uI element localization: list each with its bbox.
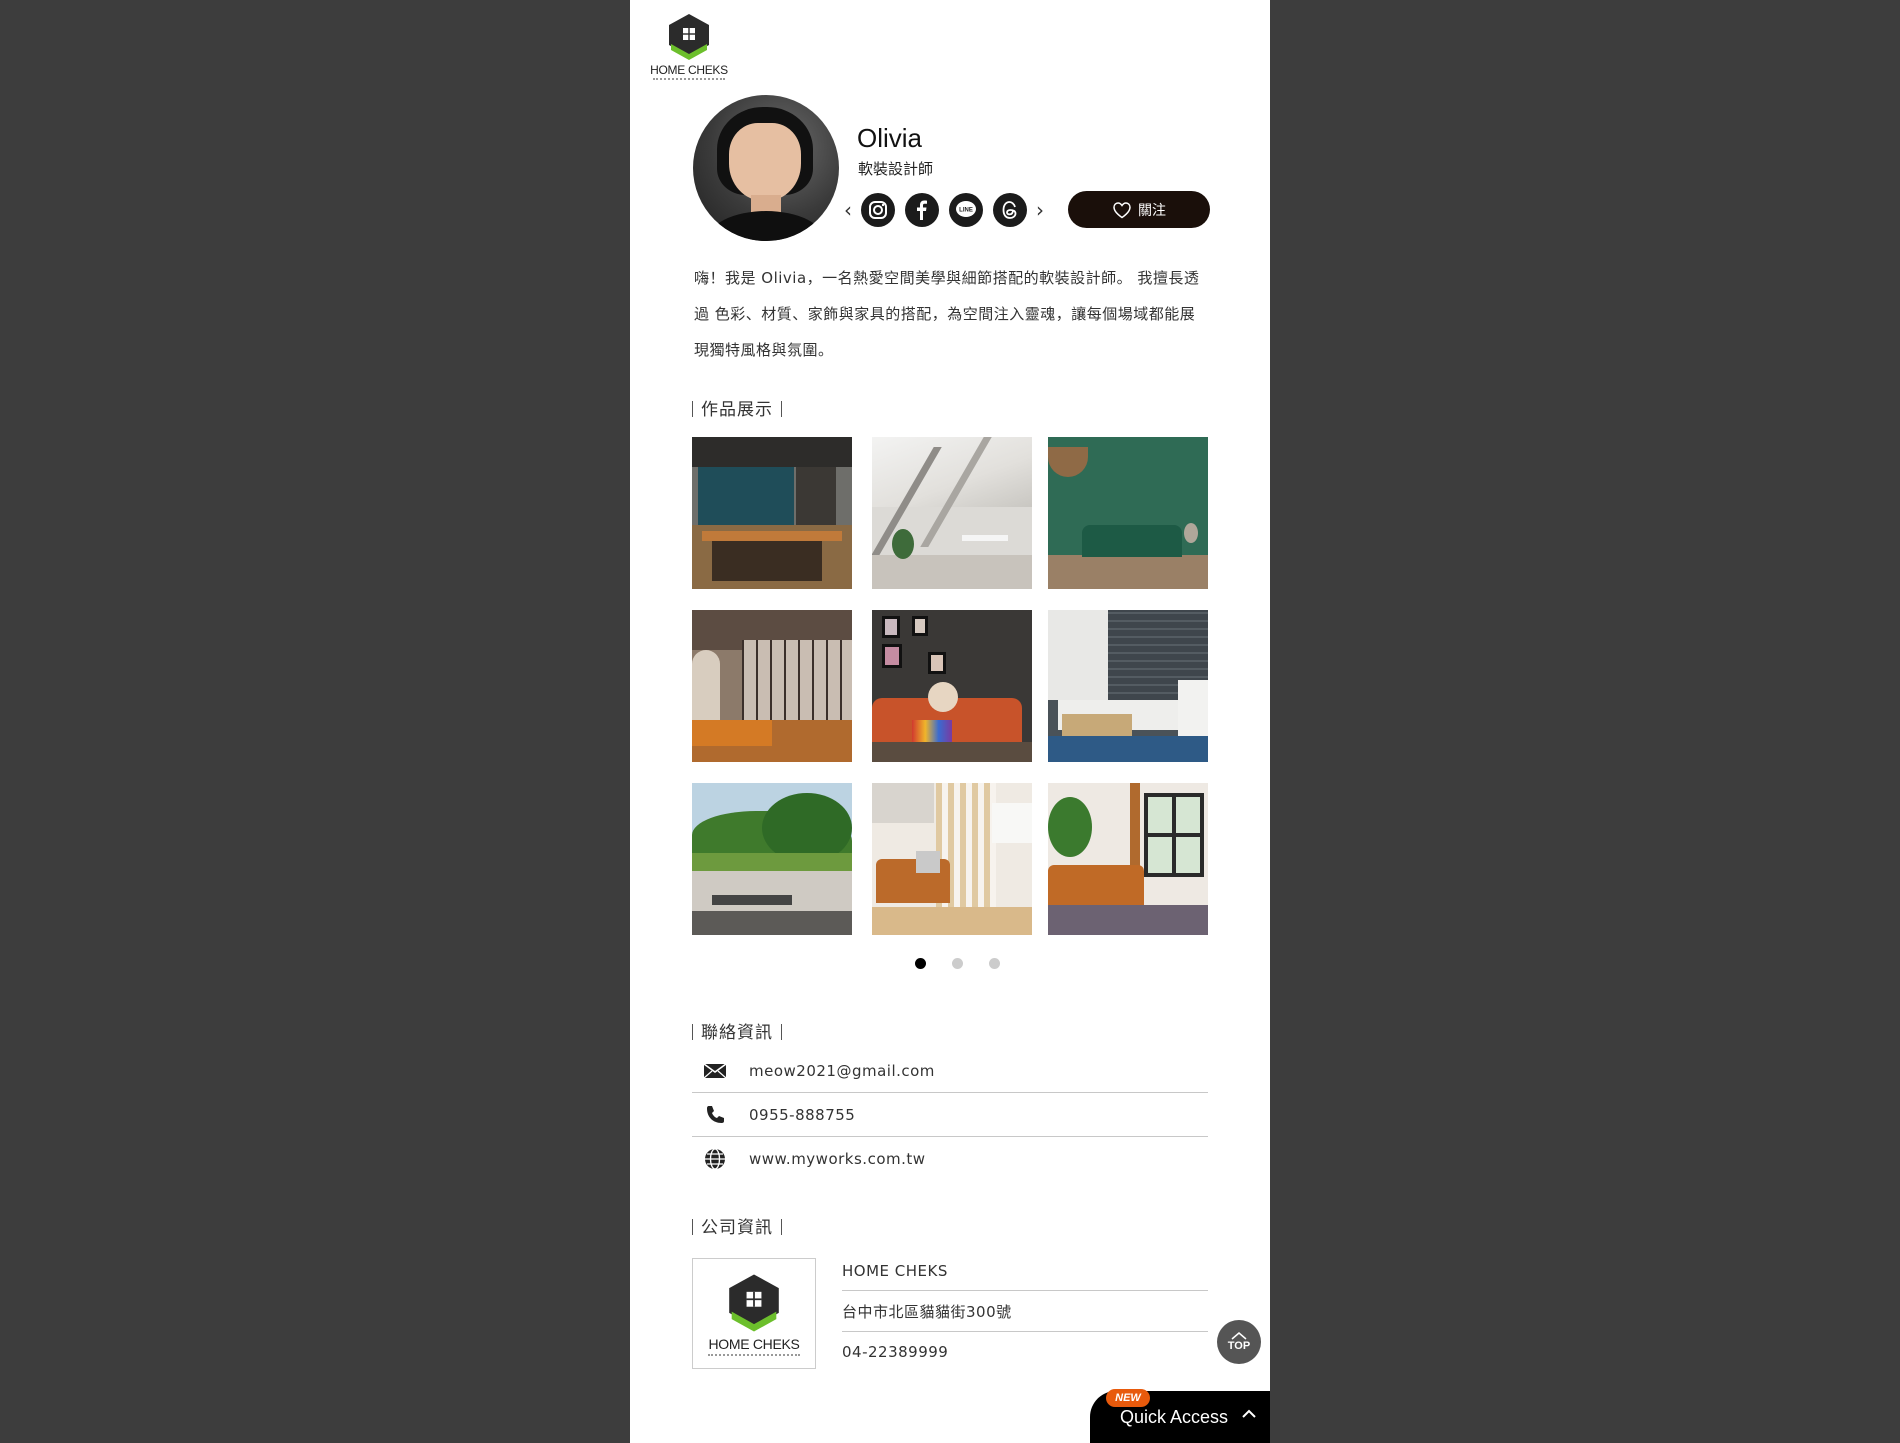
social-prev-chevron-icon[interactable]: ‹ <box>840 195 856 225</box>
gallery-page-dot-2[interactable] <box>952 958 963 969</box>
contact-website-row[interactable]: www.myworks.com.tw <box>692 1137 1208 1181</box>
work-image-leather-sofa-window[interactable] <box>1048 783 1208 935</box>
company-address: 台中市北區貓貓街300號 <box>842 1292 1208 1332</box>
company-name: HOME CHEKS <box>842 1251 1208 1291</box>
works-gallery <box>692 437 1211 935</box>
company-section-title: 公司資訊 <box>692 1213 790 1238</box>
profile-name: Olivia <box>857 123 923 153</box>
work-image-loft-living-orange[interactable] <box>692 610 852 762</box>
chevron-up-icon <box>1231 1332 1247 1340</box>
work-image-white-attic-study[interactable] <box>872 437 1032 589</box>
contact-website: www.myworks.com.tw <box>749 1150 926 1168</box>
work-image-dark-wall-orange-sofa[interactable] <box>872 610 1032 762</box>
chevron-up-icon <box>1242 1407 1256 1423</box>
work-image-white-sectional-brick[interactable] <box>1048 610 1208 762</box>
svg-text:LINE: LINE <box>959 208 973 214</box>
works-section-title: 作品展示 <box>692 395 790 420</box>
gallery-page-dot-3[interactable] <box>989 958 1000 969</box>
profile-title: 軟裝設計師 <box>858 160 934 178</box>
threads-icon[interactable] <box>993 193 1027 227</box>
logo-divider <box>653 78 725 80</box>
globe-icon <box>705 1148 725 1170</box>
social-next-chevron-icon[interactable]: › <box>1032 195 1048 225</box>
top-label: TOP <box>1227 1340 1251 1352</box>
house-logo-icon <box>729 1273 779 1332</box>
profile-intro: 嗨！我是 Olivia，一名熱愛空間美學與細節搭配的軟裝設計師。 我擅長透過 色… <box>694 269 1200 359</box>
company-logo-text: HOME CHEKS <box>708 1335 800 1352</box>
follow-label: 關注 <box>1138 202 1166 219</box>
company-logo: HOME CHEKS <box>692 1258 816 1369</box>
avatar <box>693 95 839 241</box>
home-cheks-logo[interactable]: HOME CHEKS <box>647 12 731 84</box>
work-image-green-sofa-living[interactable] <box>1048 437 1208 589</box>
contact-phone: 0955-888755 <box>749 1105 856 1124</box>
company-phone: 04-22389999 <box>842 1343 949 1361</box>
work-image-orange-sofa-slats[interactable] <box>872 783 1032 935</box>
new-badge: NEW <box>1106 1389 1150 1407</box>
gallery-pagination <box>915 958 1000 969</box>
facebook-icon[interactable] <box>905 193 939 227</box>
social-links: ‹ LINE › <box>840 192 1048 228</box>
follow-button[interactable]: 關注 <box>1068 191 1210 228</box>
work-image-industrial-kitchen[interactable] <box>692 437 852 589</box>
heart-icon <box>1113 201 1131 218</box>
instagram-icon[interactable] <box>861 193 895 227</box>
back-to-top-button[interactable]: TOP <box>1217 1320 1261 1364</box>
contact-section-title: 聯絡資訊 <box>692 1018 790 1043</box>
contact-phone-row[interactable]: 0955-888755 <box>692 1093 1208 1137</box>
work-image-outdoor-grey-sofa[interactable] <box>692 783 852 935</box>
line-icon[interactable]: LINE <box>949 193 983 227</box>
contact-email-row[interactable]: meow2021@gmail.com <box>692 1049 1208 1093</box>
profile-page: HOME CHEKS Olivia 軟裝設計師 ‹ LINE › 關注 嗨！我是… <box>630 0 1270 1443</box>
phone-icon <box>707 1105 724 1123</box>
quick-access-label: Quick Access <box>1120 1407 1229 1427</box>
house-logo-icon <box>669 14 709 60</box>
logo-text: HOME CHEKS <box>650 63 728 77</box>
email-icon <box>703 1062 727 1078</box>
contact-email: meow2021@gmail.com <box>749 1061 935 1080</box>
gallery-page-dot-1[interactable] <box>915 958 926 969</box>
